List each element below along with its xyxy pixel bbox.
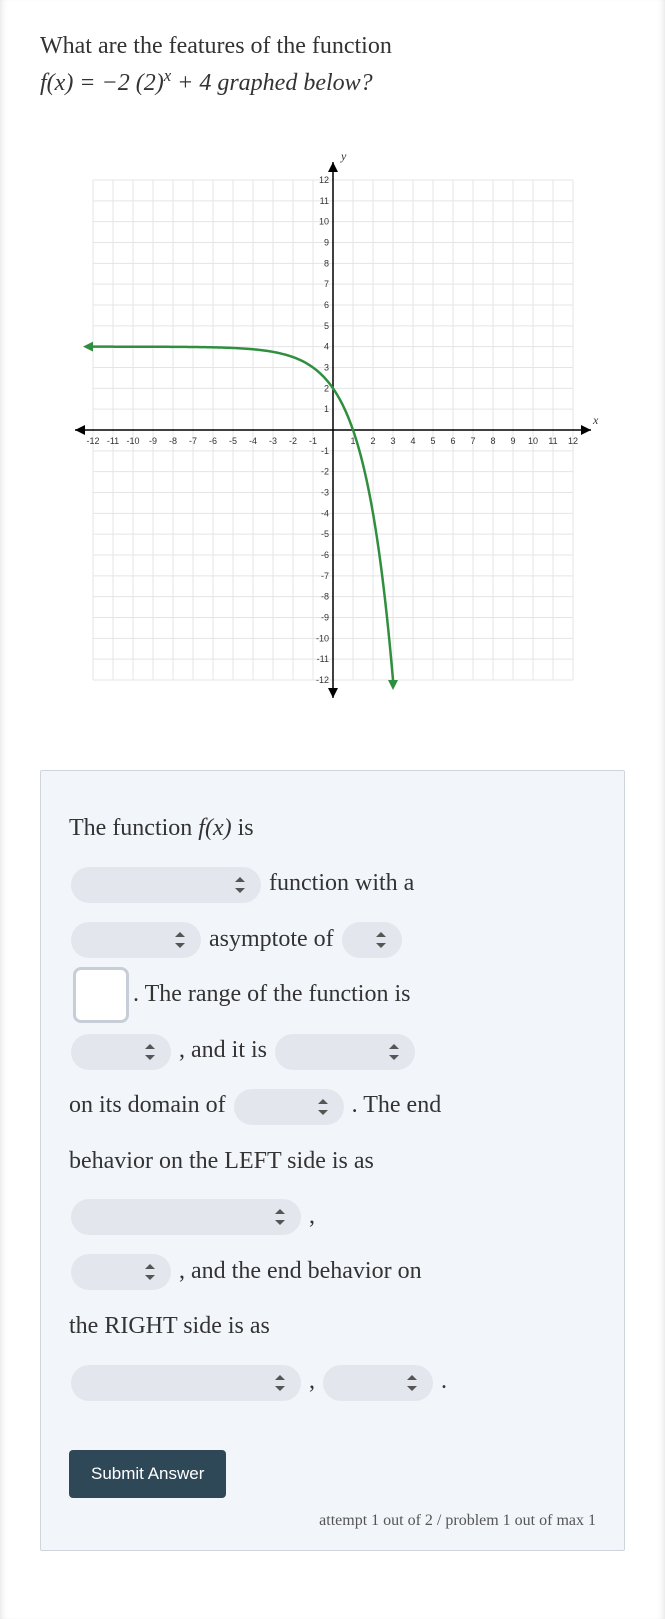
attempt-status: attempt 1 out of 2 / problem 1 out of ma… xyxy=(69,1512,596,1530)
svg-text:-12: -12 xyxy=(86,436,99,446)
svg-text:3: 3 xyxy=(323,363,328,373)
submit-button[interactable]: Submit Answer xyxy=(69,1450,226,1498)
svg-text:8: 8 xyxy=(490,436,495,446)
svg-text:-11: -11 xyxy=(106,436,118,446)
svg-text:3: 3 xyxy=(390,436,395,446)
svg-text:-5: -5 xyxy=(228,436,236,446)
svg-text:-1: -1 xyxy=(308,436,316,446)
svg-text:-4: -4 xyxy=(320,509,328,519)
svg-text:-3: -3 xyxy=(320,488,328,498)
svg-text:y: y xyxy=(340,150,347,163)
dropdown-range[interactable] xyxy=(71,1034,171,1070)
graph-container: -12-11-10-9-8-7-6-5-4-3-2-11234567891011… xyxy=(40,150,625,710)
dropdown-function-type[interactable] xyxy=(71,867,261,903)
chevron-updown-icon xyxy=(316,1098,330,1116)
svg-text:-9: -9 xyxy=(148,436,156,446)
svg-text:-10: -10 xyxy=(126,436,139,446)
svg-text:2: 2 xyxy=(370,436,375,446)
svg-text:-6: -6 xyxy=(320,550,328,560)
svg-text:-4: -4 xyxy=(248,436,256,446)
chevron-updown-icon xyxy=(233,876,247,894)
svg-text:-7: -7 xyxy=(188,436,196,446)
chevron-updown-icon xyxy=(273,1208,287,1226)
dropdown-left-x[interactable] xyxy=(71,1199,301,1235)
svg-text:5: 5 xyxy=(430,436,435,446)
dropdown-domain[interactable] xyxy=(234,1089,344,1125)
svg-text:8: 8 xyxy=(323,259,328,269)
chevron-updown-icon xyxy=(405,1374,419,1392)
chevron-updown-icon xyxy=(143,1043,157,1061)
svg-text:-8: -8 xyxy=(320,592,328,602)
chevron-updown-icon xyxy=(374,931,388,949)
dropdown-asymptote-type[interactable] xyxy=(71,922,201,958)
svg-text:9: 9 xyxy=(323,238,328,248)
svg-text:-8: -8 xyxy=(168,436,176,446)
question-text: What are the features of the function f(… xyxy=(40,30,625,100)
chevron-updown-icon xyxy=(143,1263,157,1281)
svg-text:-10: -10 xyxy=(315,634,328,644)
svg-text:11: 11 xyxy=(548,436,557,446)
question-line1: What are the features of the function xyxy=(40,33,392,59)
svg-text:4: 4 xyxy=(323,342,328,352)
svg-text:-5: -5 xyxy=(320,529,328,539)
svg-text:-9: -9 xyxy=(320,613,328,623)
svg-text:1: 1 xyxy=(323,404,328,414)
svg-text:-11: -11 xyxy=(316,654,328,664)
svg-text:4: 4 xyxy=(410,436,415,446)
svg-text:7: 7 xyxy=(470,436,475,446)
svg-text:6: 6 xyxy=(323,300,328,310)
dropdown-left-y[interactable] xyxy=(71,1254,171,1290)
svg-text:-3: -3 xyxy=(268,436,276,446)
svg-text:6: 6 xyxy=(450,436,455,446)
chevron-updown-icon xyxy=(273,1374,287,1392)
chevron-updown-icon xyxy=(173,931,187,949)
svg-text:9: 9 xyxy=(510,436,515,446)
chevron-updown-icon xyxy=(387,1043,401,1061)
svg-text:5: 5 xyxy=(323,321,328,331)
question-formula: f(x) = −2 (2)x + 4 graphed below? xyxy=(40,70,373,96)
svg-text:7: 7 xyxy=(323,279,328,289)
answer-sentence: The function f(x) is function with a asy… xyxy=(69,801,596,1409)
dropdown-right-y[interactable] xyxy=(323,1365,433,1401)
svg-text:11: 11 xyxy=(319,196,328,206)
svg-text:10: 10 xyxy=(527,436,537,446)
function-graph: -12-11-10-9-8-7-6-5-4-3-2-11234567891011… xyxy=(63,150,603,710)
dropdown-monotonic[interactable] xyxy=(275,1034,415,1070)
svg-text:-12: -12 xyxy=(315,675,328,685)
svg-text:10: 10 xyxy=(318,217,328,227)
svg-text:12: 12 xyxy=(318,175,328,185)
svg-text:x: x xyxy=(592,413,599,427)
svg-text:12: 12 xyxy=(567,436,577,446)
asymptote-value-input[interactable] xyxy=(73,967,129,1023)
svg-text:2: 2 xyxy=(323,384,328,394)
dropdown-right-x[interactable] xyxy=(71,1365,301,1401)
svg-text:-7: -7 xyxy=(320,571,328,581)
svg-text:-2: -2 xyxy=(320,467,328,477)
dropdown-asymptote-var[interactable] xyxy=(342,922,402,958)
svg-text:-1: -1 xyxy=(320,446,328,456)
svg-text:-6: -6 xyxy=(208,436,216,446)
svg-text:-2: -2 xyxy=(288,436,296,446)
answer-panel: The function f(x) is function with a asy… xyxy=(40,770,625,1550)
